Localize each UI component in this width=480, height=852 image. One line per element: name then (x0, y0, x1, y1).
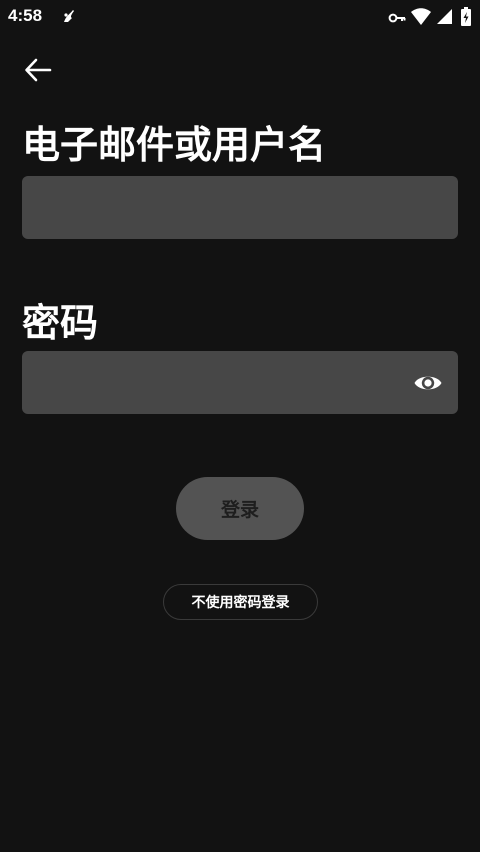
login-without-password-button[interactable]: 不使用密码登录 (163, 584, 318, 620)
password-field[interactable] (22, 351, 458, 414)
show-password-toggle[interactable] (412, 367, 444, 399)
status-bar: 4:58 (0, 0, 480, 34)
back-button[interactable] (18, 52, 58, 88)
status-time: 4:58 (8, 6, 43, 25)
email-field[interactable] (22, 176, 458, 239)
wifi-icon (411, 8, 431, 25)
email-field-container (22, 176, 458, 239)
vpn-key-icon (388, 13, 406, 23)
arrow-left-icon (25, 58, 52, 82)
login-button[interactable]: 登录 (176, 477, 304, 540)
password-label: 密码 (22, 301, 99, 345)
password-field-container (22, 351, 458, 414)
eye-icon (414, 376, 442, 390)
battery-charging-icon (461, 7, 471, 26)
app-notification-icon (64, 10, 74, 22)
signal-icon (437, 9, 452, 24)
email-label: 电子邮件或用户名 (22, 123, 327, 167)
